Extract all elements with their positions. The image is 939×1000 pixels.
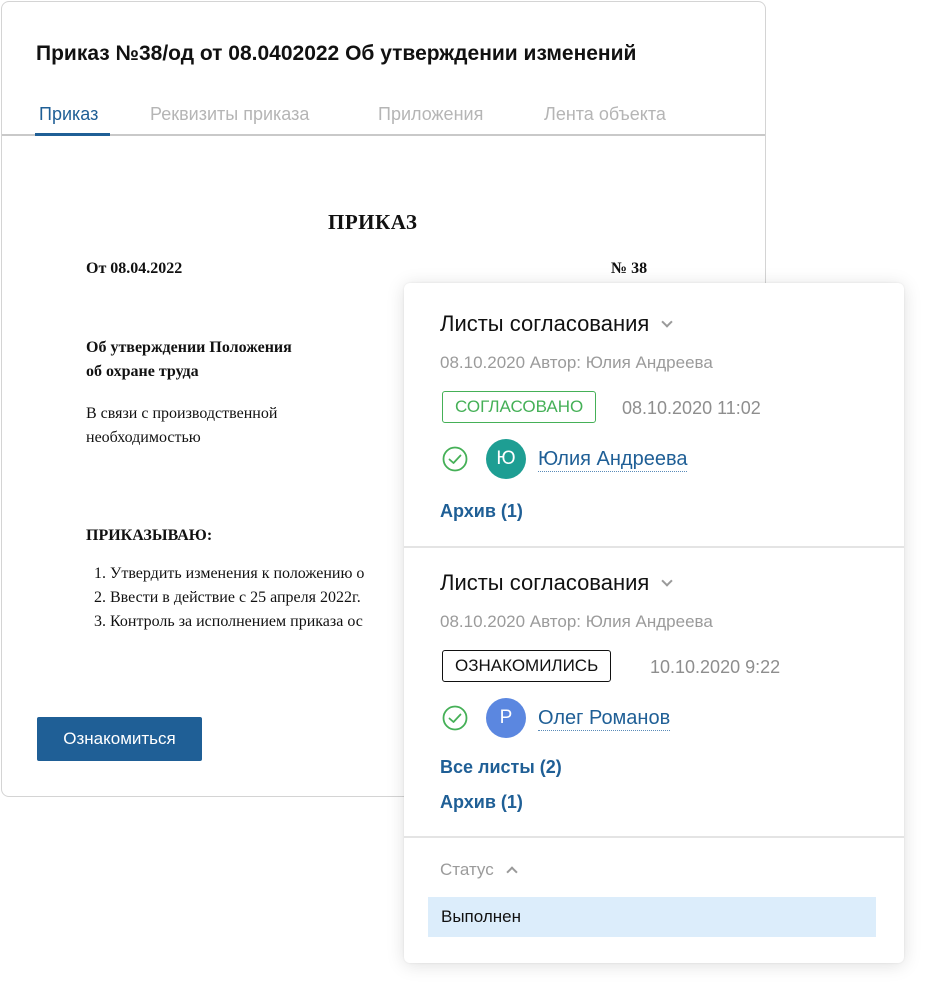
active-tab-indicator: [35, 133, 110, 136]
check-circle-icon: [442, 705, 468, 731]
chevron-down-icon: [661, 316, 674, 328]
list-item: 1. Утвердить изменения к положению о: [94, 565, 365, 582]
tab-object-feed[interactable]: Лента объекта: [544, 104, 666, 125]
order-word: ПРИКАЗЫВАЮ:: [86, 527, 213, 544]
check-circle-icon: [442, 446, 468, 472]
sheet-title-toggle[interactable]: Листы согласования: [440, 311, 674, 337]
avatar: Р: [486, 698, 526, 738]
sheet-title: Листы согласования: [440, 570, 650, 595]
sheet-meta: 08.10.2020 Автор: Юлия Андреева: [440, 612, 713, 631]
list-item: 3. Контроль за исполнением приказа ос: [94, 613, 363, 630]
status-label: Статус: [440, 860, 494, 879]
subject-line: Об утверждении Положения: [86, 339, 292, 356]
document-title: Приказ №38/од от 08.0402022 Об утвержден…: [36, 42, 637, 65]
list-item: 2. Ввести в действие с 25 апреля 2022г.: [94, 589, 361, 606]
document-number: № 38: [611, 260, 648, 277]
tab-attachments[interactable]: Приложения: [378, 104, 483, 125]
approval-panel: Листы согласования 08.10.2020 Автор: Юли…: [404, 283, 904, 963]
person-link[interactable]: Олег Романов: [538, 706, 671, 731]
person-link[interactable]: Юлия Андреева: [538, 447, 688, 472]
archive-link[interactable]: Архив (1): [440, 792, 523, 813]
approval-sheet-2: Листы согласования 08.10.2020 Автор: Юли…: [404, 548, 904, 838]
document-heading: ПРИКАЗ: [328, 210, 418, 234]
reason-line: В связи с производственной: [86, 405, 278, 422]
status-section: Статус Выполнен: [404, 838, 904, 963]
document-subject: Об утверждении Положения об охране труда: [86, 336, 346, 384]
sheet-title: Листы согласования: [440, 311, 650, 336]
document-reason: В связи с производственной необходимость…: [86, 402, 346, 450]
acquaint-button[interactable]: Ознакомиться: [37, 717, 202, 761]
approval-timestamp: 08.10.2020 11:02: [622, 398, 761, 418]
chevron-down-icon: [661, 575, 674, 587]
status-badge-approved: СОГЛАСОВАНО: [442, 391, 597, 423]
tab-order-details[interactable]: Реквизиты приказа: [150, 104, 309, 125]
sheet-title-toggle[interactable]: Листы согласования: [440, 570, 674, 596]
reason-line: необходимостью: [86, 429, 201, 446]
order-items-list: 1. Утвердить изменения к положению о 2. …: [94, 562, 364, 634]
archive-link[interactable]: Архив (1): [440, 501, 523, 522]
approval-sheet-1: Листы согласования 08.10.2020 Автор: Юли…: [404, 283, 904, 548]
subject-line: об охране труда: [86, 363, 199, 380]
sheet-meta: 08.10.2020 Автор: Юлия Андреева: [440, 353, 713, 372]
document-tabs: Приказ Реквизиты приказа Приложения Лент…: [2, 98, 765, 136]
avatar: Ю: [486, 439, 526, 479]
status-toggle[interactable]: Статус: [440, 860, 518, 880]
tab-order[interactable]: Приказ: [39, 104, 98, 125]
document-date: От 08.04.2022: [86, 260, 183, 277]
all-sheets-link[interactable]: Все листы (2): [440, 757, 562, 778]
status-badge-acquainted: ОЗНАКОМИЛИСЬ: [442, 650, 612, 682]
chevron-up-icon: [506, 866, 518, 878]
acquaint-timestamp: 10.10.2020 9:22: [650, 657, 781, 677]
status-option-selected[interactable]: Выполнен: [428, 897, 876, 937]
